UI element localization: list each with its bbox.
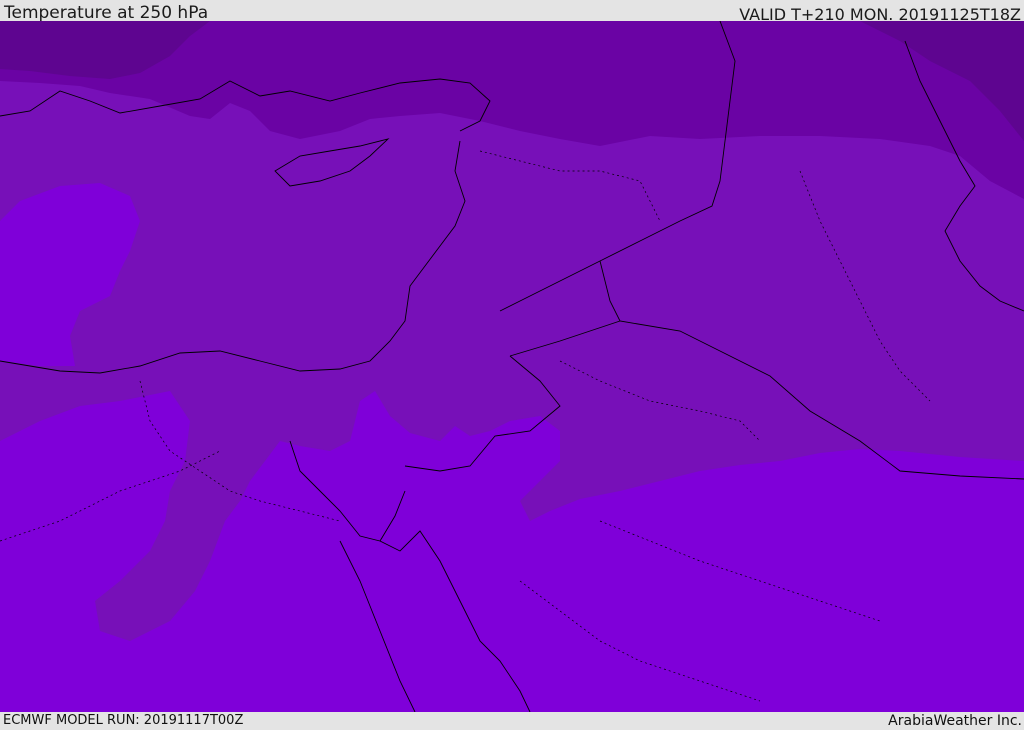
temperature-map[interactable] xyxy=(0,21,1024,712)
map-canvas xyxy=(0,21,1024,712)
model-run-label: ECMWF MODEL RUN: 20191117T00Z xyxy=(3,713,244,728)
footer-bar: ECMWF MODEL RUN: 20191117T00Z ArabiaWeat… xyxy=(0,712,1024,729)
header-bar: Temperature at 250 hPa VALID T+210 MON. … xyxy=(0,0,1024,24)
credit-label: ArabiaWeather Inc. xyxy=(888,713,1022,729)
